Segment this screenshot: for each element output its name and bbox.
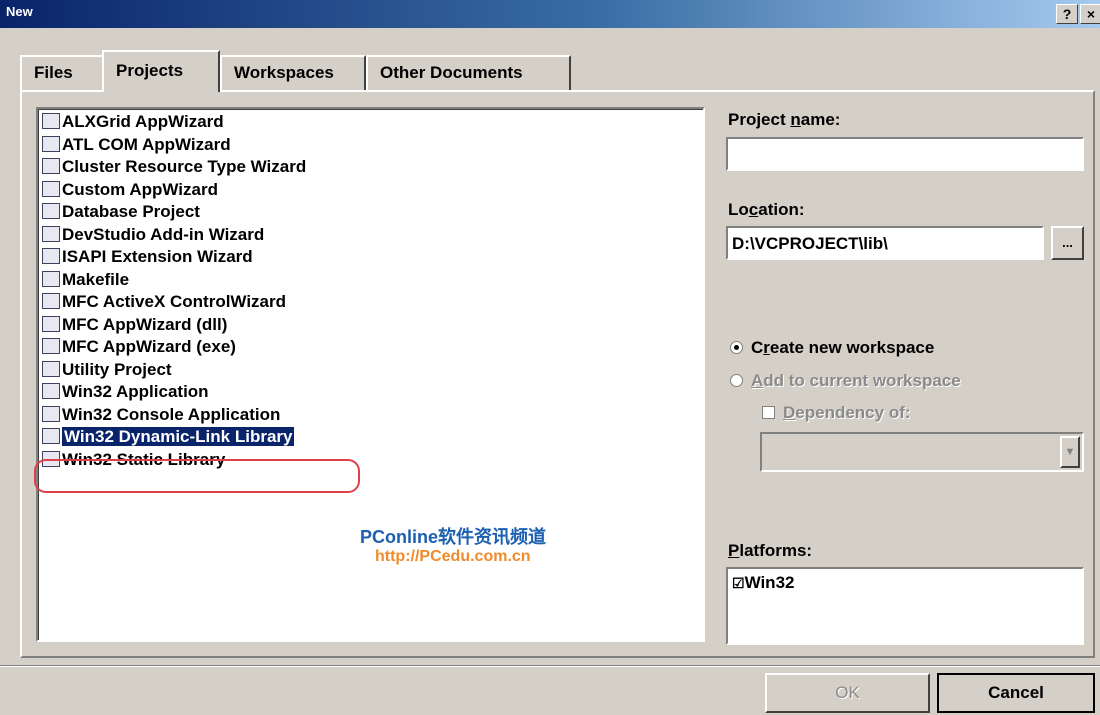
project-name-input[interactable] [726,137,1084,171]
cluster-icon [42,158,60,174]
console-icon [42,405,60,422]
addin-icon [42,225,60,242]
mfc-dll-icon [42,315,60,332]
list-item[interactable]: Win32 Dynamic-Link Library [42,426,295,448]
location-input[interactable]: D:\VCPROJECT\lib\ [726,226,1044,260]
platforms-label: Platforms: [728,541,813,560]
location-label: Location: [728,200,805,219]
list-item-label: Cluster Resource Type Wizard [62,157,307,176]
ok-button[interactable]: OK [765,673,930,713]
list-item[interactable]: DevStudio Add-in Wizard [42,224,264,246]
list-item[interactable]: Cluster Resource Type Wizard [42,156,306,178]
list-item[interactable]: Makefile [42,269,129,291]
list-item[interactable]: Custom AppWizard [42,179,218,201]
list-item[interactable]: ISAPI Extension Wizard [42,246,253,268]
utility-icon [42,360,60,377]
tab-files[interactable]: Files [20,55,104,91]
makefile-icon [42,270,60,287]
radio-add-indicator[interactable] [730,374,743,387]
list-item[interactable]: MFC AppWizard (exe) [42,336,236,358]
list-item-label: Utility Project [62,359,172,379]
list-item[interactable]: ATL COM AppWizard [42,134,231,156]
globe-icon [42,248,60,264]
location-value: D:\VCPROJECT\lib\ [732,234,888,253]
platform-item[interactable]: ☑Win32 [732,573,794,593]
tab-workspaces[interactable]: Workspaces [220,55,366,91]
title-bar: New ? × [0,0,1100,28]
chevron-down-icon[interactable]: ▼ [1060,436,1080,468]
tab-other-documents[interactable]: Other Documents [366,55,571,91]
list-item-label: ALXGrid AppWizard [62,112,224,131]
browse-location-button[interactable]: ... [1051,226,1084,260]
list-item-label: MFC ActiveX ControlWizard [62,292,287,311]
list-item[interactable]: Win32 Application [42,381,209,403]
list-item-label: MFC AppWizard (dll) [62,314,228,334]
watermark-line1: PConline软件资讯频道 [360,527,547,547]
radio-add-to-workspace[interactable]: Add to current workspace [730,371,961,391]
mfc-exe-icon [42,338,60,354]
list-item-label: Win32 Application [62,382,209,401]
dependency-dropdown[interactable]: ▼ [760,432,1084,472]
atl-icon [42,135,60,152]
list-item-label: Win32 Console Application [62,404,281,424]
dll-icon [42,428,60,444]
list-item[interactable]: MFC AppWizard (dll) [42,314,227,336]
list-item-label: Database Project [62,202,200,221]
project-type-list[interactable]: ALXGrid AppWizard ATL COM AppWizard Cluste… [36,107,705,642]
selection-highlight-ring [34,459,360,493]
tab-projects[interactable]: Projects [102,50,220,92]
dependency-checkbox-box[interactable] [762,406,775,419]
list-item[interactable]: Utility Project [42,359,172,381]
list-item-label: MFC AppWizard (exe) [62,337,236,356]
divider [0,665,1100,667]
list-item-label: ISAPI Extension Wizard [62,247,253,266]
list-item-label: Makefile [62,269,130,289]
list-item[interactable]: Win32 Console Application [42,404,280,426]
window-title: New [6,4,33,19]
win32-app-icon [42,383,60,399]
list-item[interactable]: ALXGrid AppWizard [42,111,224,133]
custom-wizard-icon [42,180,60,197]
list-item-label: DevStudio Add-in Wizard [62,224,265,244]
platforms-list[interactable]: ☑Win32 [726,567,1084,645]
radio-create-indicator[interactable] [730,341,743,354]
database-icon [42,203,60,219]
help-button[interactable]: ? [1056,4,1078,24]
list-item-label: ATL COM AppWizard [62,134,231,154]
dependency-checkbox[interactable]: Dependency of: [762,403,911,423]
cancel-button[interactable]: Cancel [937,673,1095,713]
list-item[interactable]: MFC ActiveX ControlWizard [42,291,286,313]
list-item[interactable]: Database Project [42,201,200,223]
checkmark-icon[interactable]: ☑ [732,575,745,591]
list-item-label: Custom AppWizard [62,179,218,199]
watermark-line2: http://PCedu.com.cn [375,548,531,565]
activex-icon [42,293,60,309]
grid-icon [42,113,60,129]
project-name-label: Project name: [728,110,841,129]
close-button[interactable]: × [1080,4,1100,24]
radio-create-workspace[interactable]: Create new workspace [730,338,934,358]
list-item-label: Win32 Dynamic-Link Library [62,427,295,446]
